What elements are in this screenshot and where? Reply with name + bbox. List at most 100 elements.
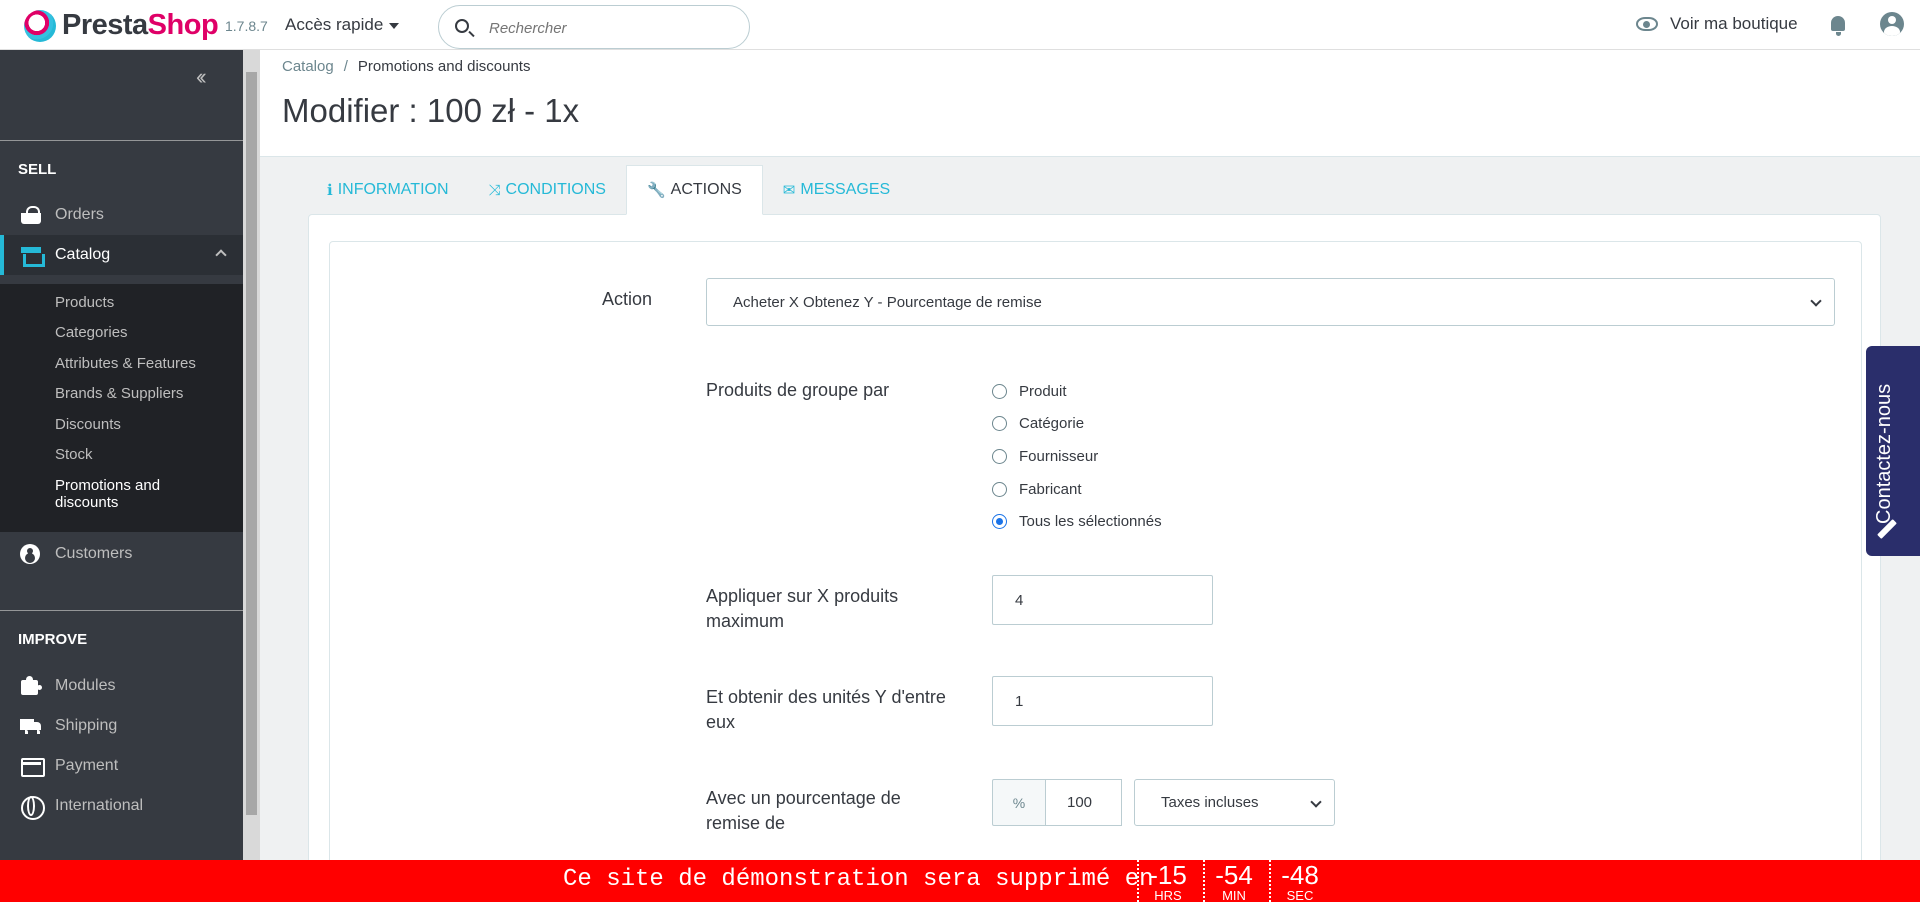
apply-x-input[interactable]: 4 (992, 575, 1213, 625)
chevron-up-icon (215, 249, 227, 261)
countdown-minutes: -54 MIN (1203, 860, 1263, 902)
radio-fabricant[interactable]: Fabricant (992, 481, 1082, 498)
caret-down-icon (389, 22, 400, 29)
brand-name-a: Presta (62, 9, 148, 41)
view-shop-label: Voir ma boutique (1670, 14, 1798, 33)
scrollbar-thumb[interactable] (246, 72, 257, 815)
radio-fournisseur[interactable]: Fournisseur (992, 448, 1098, 465)
sidebar-divider (0, 140, 243, 141)
tab-actions[interactable]: 🔧 ACTIONS (625, 165, 763, 215)
tab-information[interactable]: ℹ INFORMATION (307, 165, 469, 215)
countdown-seconds-value: -48 (1281, 860, 1319, 890)
submenu-categories[interactable]: Categories (55, 324, 128, 341)
notifications-bell-icon[interactable] (1828, 14, 1848, 36)
breadcrumb-current: Promotions and discounts (357, 58, 531, 75)
breadcrumb-separator: / (343, 58, 348, 75)
search-box[interactable] (438, 5, 750, 49)
collapse-sidebar-icon[interactable]: ‹‹ (196, 64, 206, 90)
submenu-promotions-discounts[interactable]: Promotions and discounts (55, 477, 195, 511)
radio-button[interactable] (992, 449, 1007, 464)
sidebar-item-catalog[interactable]: Catalog (0, 235, 243, 275)
customer-icon (20, 544, 42, 564)
sidebar-item-label: International (55, 797, 144, 814)
chevron-down-icon (1810, 295, 1822, 307)
tab-messages[interactable]: ✉ MESSAGES (763, 165, 910, 215)
radio-label: Catégorie (1019, 415, 1085, 432)
prestashop-logo-icon (24, 9, 56, 42)
puzzle-icon (20, 676, 42, 696)
search-icon[interactable] (455, 19, 469, 33)
sidebar-item-label: Catalog (55, 246, 111, 263)
eye-icon (1636, 17, 1658, 31)
sidebar-section-sell: SELL (18, 161, 57, 178)
percent-input[interactable]: 100 (1045, 779, 1122, 826)
sidebar-section-improve: IMPROVE (18, 631, 88, 648)
radio-produit[interactable]: Produit (992, 383, 1067, 400)
submenu-attributes-features[interactable]: Attributes & Features (55, 355, 196, 372)
sidebar-scrollbar[interactable] (243, 50, 260, 860)
demo-countdown-bar: Ce site de démonstration sera supprimé e… (0, 860, 1920, 902)
account-avatar-icon[interactable] (1880, 12, 1904, 36)
view-shop-link[interactable]: Voir ma boutique (1636, 14, 1798, 34)
radio-categorie[interactable]: Catégorie (992, 415, 1084, 432)
demo-message: Ce site de démonstration sera supprimé e… (563, 866, 1154, 893)
wrench-icon: 🔧 (646, 182, 666, 199)
shuffle-icon: ⤨ (488, 181, 501, 199)
radio-label: Fournisseur (1019, 448, 1099, 465)
sidebar: ‹‹ SELL Orders Catalog Products Categori… (0, 50, 243, 860)
radio-button[interactable] (992, 482, 1007, 497)
percent-label: Avec un pourcentage de remise de (706, 788, 901, 833)
sidebar-item-label: Orders (55, 206, 104, 223)
tab-label: MESSAGES (800, 181, 891, 198)
sidebar-item-payment[interactable]: Payment (0, 746, 243, 786)
action-select-value: Acheter X Obtenez Y - Pourcentage de rem… (733, 293, 1042, 311)
basket-icon (20, 205, 42, 225)
radio-label: Tous les sélectionnés (1019, 513, 1162, 530)
get-y-label: Et obtenir des unités Y d'entre eux (706, 687, 946, 732)
quick-access-dropdown[interactable]: Accès rapide (285, 15, 400, 35)
tab-conditions[interactable]: ⤨ CONDITIONS (469, 165, 626, 215)
sidebar-item-label: Modules (55, 677, 116, 694)
sidebar-divider (0, 610, 243, 611)
sidebar-item-orders[interactable]: Orders (0, 195, 243, 235)
radio-tous-selectionnes[interactable]: Tous les sélectionnés (992, 513, 1162, 530)
credit-card-icon (20, 756, 45, 777)
action-label: Action (602, 289, 653, 309)
globe-icon (20, 796, 45, 820)
top-header: PrestaShop 1.7.8.7 Accès rapide Voir ma … (0, 0, 1920, 50)
breadcrumb-catalog[interactable]: Catalog (282, 58, 334, 75)
submenu-discounts[interactable]: Discounts (55, 416, 121, 433)
countdown-hours-unit: HRS (1154, 888, 1182, 902)
get-y-input[interactable]: 1 (992, 676, 1213, 726)
tab-bar: ℹ INFORMATION ⤨ CONDITIONS 🔧 ACTIONS ✉ MESSA… (307, 165, 910, 215)
countdown-minutes-value: -54 (1215, 860, 1253, 890)
radio-label: Fabricant (1019, 481, 1082, 498)
sidebar-item-modules[interactable]: Modules (0, 666, 243, 706)
submenu-stock[interactable]: Stock (55, 446, 93, 463)
tab-label: CONDITIONS (505, 181, 606, 198)
percent-addon: % (992, 779, 1046, 826)
search-input[interactable] (489, 16, 739, 40)
action-select[interactable]: Acheter X Obtenez Y - Pourcentage de rem… (706, 278, 1835, 326)
submenu-brands-suppliers[interactable]: Brands & Suppliers (55, 385, 183, 402)
prestashop-logo[interactable]: PrestaShop (24, 9, 219, 42)
submenu-products[interactable]: Products (55, 294, 114, 311)
store-icon (20, 245, 45, 267)
truck-icon (20, 716, 42, 736)
sidebar-item-international[interactable]: International (0, 786, 243, 826)
tab-label: ACTIONS (670, 181, 742, 198)
sidebar-item-customers[interactable]: Customers (0, 534, 243, 574)
radio-button[interactable] (992, 384, 1007, 399)
tax-select-value: Taxes incluses (1161, 794, 1259, 811)
countdown-seconds: -48 SEC (1269, 860, 1329, 902)
breadcrumb: Catalog / Promotions and discounts (282, 58, 530, 75)
brand-name-b: Shop (147, 9, 219, 41)
version-label: 1.7.8.7 (225, 18, 268, 34)
tax-select[interactable]: Taxes incluses (1134, 779, 1335, 826)
countdown-minutes-unit: MIN (1222, 888, 1246, 902)
radio-button[interactable] (992, 416, 1007, 431)
radio-label: Produit (1019, 383, 1067, 400)
contact-us-tab[interactable]: Contactez-nous (1866, 346, 1920, 556)
sidebar-item-shipping[interactable]: Shipping (0, 706, 243, 746)
radio-button-selected[interactable] (992, 514, 1007, 529)
